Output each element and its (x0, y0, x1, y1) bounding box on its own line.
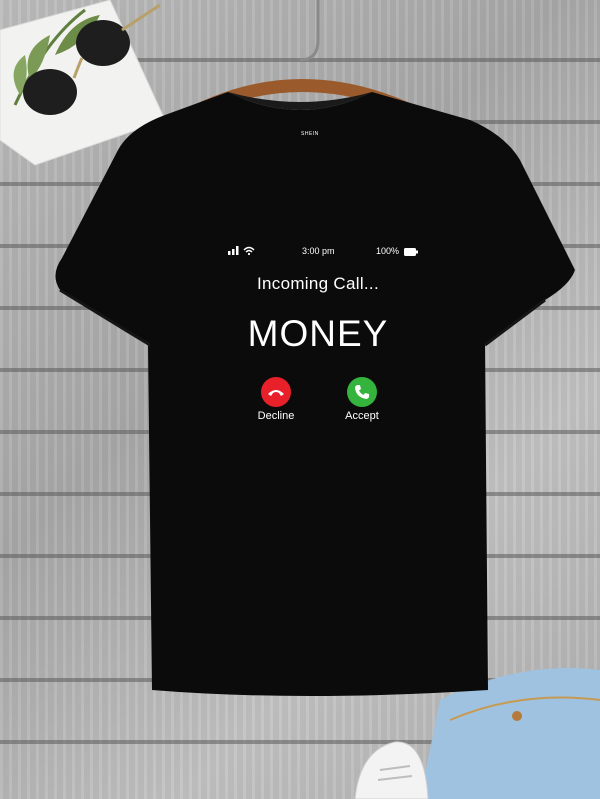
battery-percent: 100% (376, 246, 400, 256)
phone-hangup-icon (268, 390, 284, 396)
phone-icon (355, 385, 369, 399)
status-battery: 100% (376, 246, 418, 256)
accept-circle (347, 377, 377, 407)
accept-button: Accept (332, 377, 392, 422)
signal-icon (228, 246, 255, 256)
incoming-call-print: 3:00 pm 100% Incoming Call... MONEY Decl… (0, 0, 600, 799)
accept-label: Accept (345, 410, 379, 422)
caller-name: MONEY (247, 313, 389, 354)
decline-circle (261, 377, 291, 407)
status-time: 3:00 pm (302, 246, 335, 256)
battery-icon (403, 247, 418, 256)
incoming-call-heading: Incoming Call... (257, 274, 379, 293)
wood-background: SHEIN 3:00 pm 100% Incoming Call... MONE… (0, 0, 600, 799)
decline-button: Decline (246, 377, 306, 422)
decline-label: Decline (257, 410, 295, 422)
